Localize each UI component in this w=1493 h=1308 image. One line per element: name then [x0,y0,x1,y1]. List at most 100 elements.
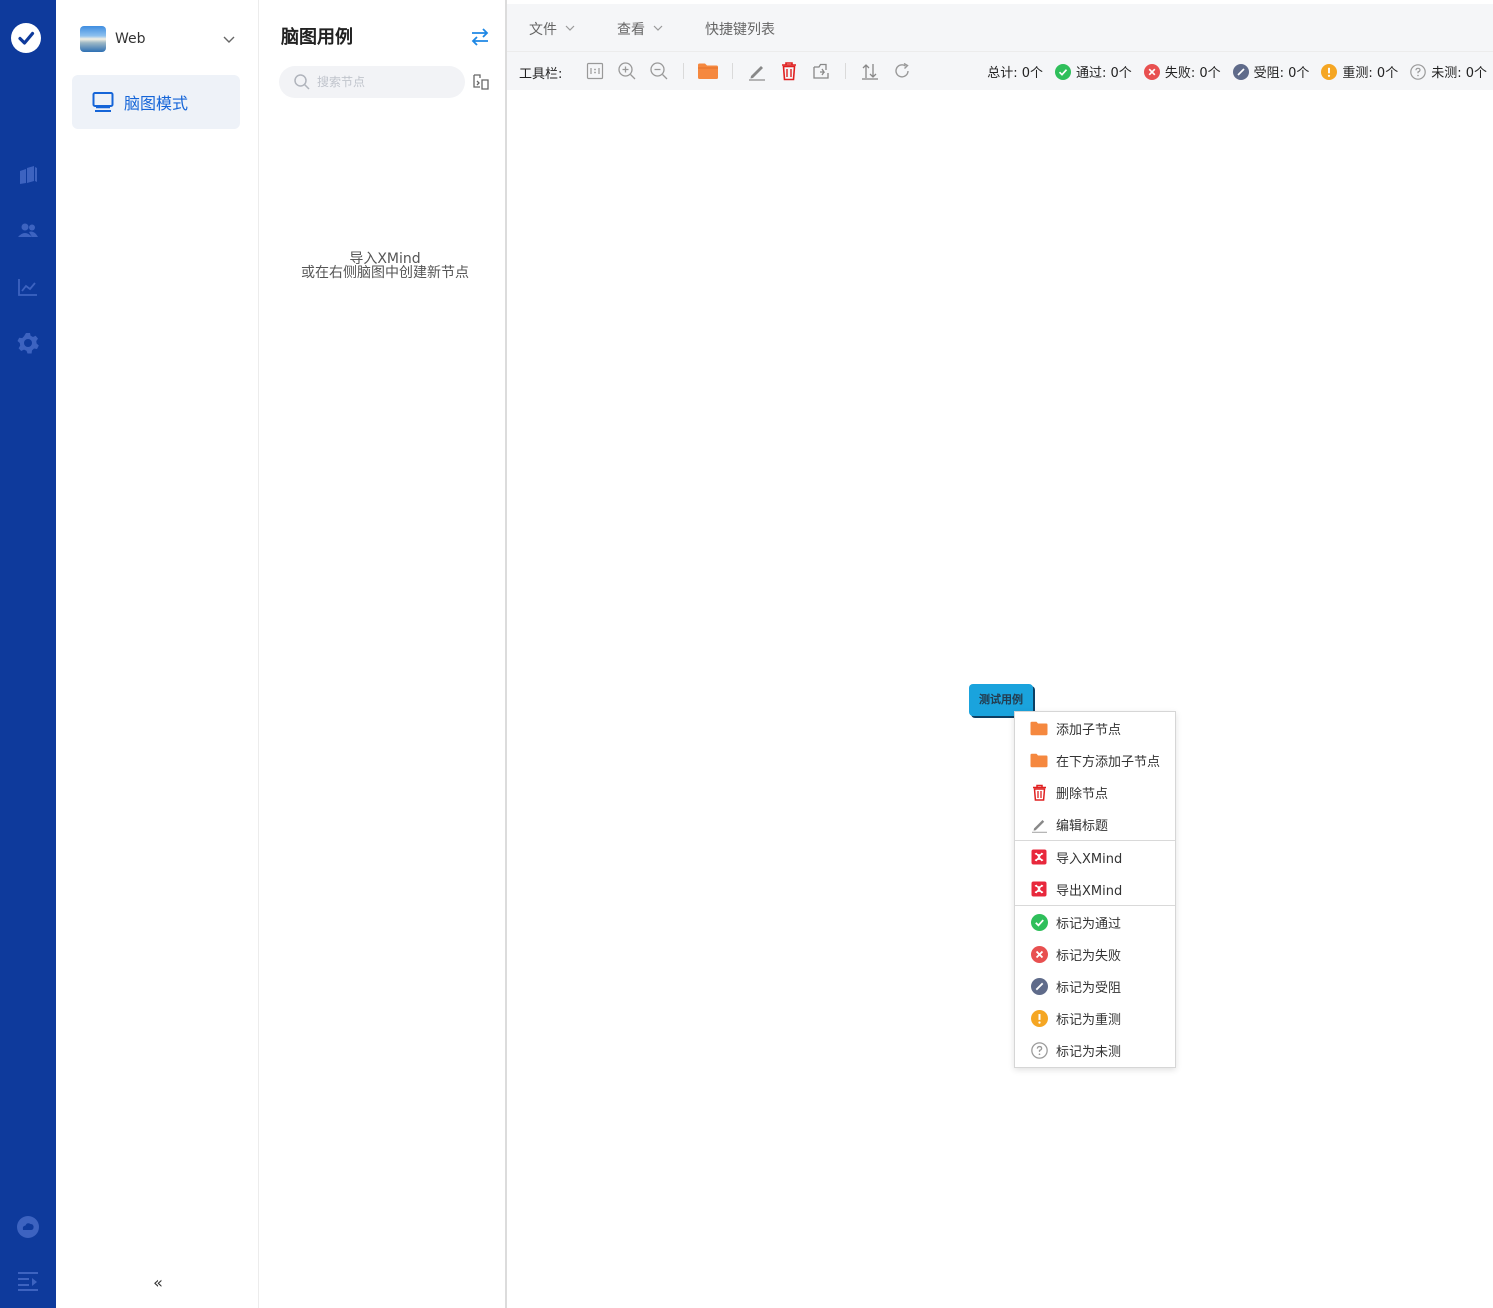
blocked-icon [1030,977,1048,995]
stat-untested: 未测: 0个 [1410,62,1487,81]
menu-item-add-child-below[interactable]: 在下方添加子节点 [1015,745,1175,775]
logo-check-icon[interactable] [11,23,41,53]
toolbar-label: 工具栏: [519,67,563,82]
menu-file-label: 文件 [529,22,557,38]
chart-icon[interactable] [16,275,40,299]
stat-pass-text: 通过: 0个 [1076,66,1132,81]
books-icon[interactable] [16,163,40,187]
xmind-icon [1030,880,1048,898]
xmind-icon [1030,848,1048,866]
stat-fail-text: 失败: 0个 [1164,66,1221,81]
monitor-icon [91,90,115,114]
menu-shortcuts-label: 快捷键列表 [705,22,775,38]
cloud-icon[interactable] [16,1215,40,1239]
empty-hint-line2: 或在右侧脑图中创建新节点 [301,265,469,281]
menu-item-mark-retest[interactable]: 标记为重测 [1015,1003,1175,1033]
stat-blocked-text: 受阻: 0个 [1253,66,1310,81]
menu-item-import-xmind[interactable]: 导入XMind [1015,842,1175,872]
fail-x-icon [1030,945,1048,963]
menu-item-label: 标记为受阻 [1056,980,1122,996]
node-context-menu: 添加子节点 在下方添加子节点 删除节点 编辑标题 导入XMind 导出XMind… [1014,711,1176,1068]
toolbar-divider [683,63,684,79]
mindmap-editor: 文件 查看 快捷键列表 工具栏: 总计: 0个 通过: 0个 失败: 0个 受阻… [507,0,1493,1308]
blocked-icon [1232,63,1249,80]
actual-size-icon[interactable] [584,60,606,82]
menu-item-label: 导出XMind [1056,883,1123,899]
trash-icon[interactable] [778,60,800,82]
menu-item-label: 标记为重测 [1056,1012,1122,1028]
stat-total-text: 总计: 0个 [987,66,1044,81]
tree-locate-icon[interactable] [471,72,491,92]
menubar: 文件 查看 快捷键列表 [507,4,1493,52]
menu-item-mark-untested[interactable]: 标记为未测 [1015,1035,1175,1065]
empty-hint-line1: 导入XMind [349,251,421,267]
gear-icon[interactable] [16,331,40,355]
pass-check-icon [1030,913,1048,931]
menu-item-mark-pass[interactable]: 标记为通过 [1015,907,1175,937]
empty-hint: 导入XMind 或在右侧脑图中创建新节点 [259,252,511,280]
menu-item-mark-fail[interactable]: 标记为失败 [1015,939,1175,969]
chevron-down-icon [222,31,236,50]
menu-item-label: 标记为通过 [1056,916,1122,932]
chevron-down-icon [565,21,575,37]
menu-view[interactable]: 查看 [617,19,663,39]
menu-shortcuts[interactable]: 快捷键列表 [705,19,775,39]
menu-divider [1015,905,1175,906]
panel-title: 脑图用例 [281,27,353,48]
menu-item-add-child[interactable]: 添加子节点 [1015,713,1175,743]
chevron-down-icon [653,21,663,37]
untested-question-icon [1030,1041,1048,1059]
stat-untested-text: 未测: 0个 [1431,66,1487,81]
menu-item-label: 在下方添加子节点 [1056,754,1161,770]
swap-icon[interactable] [469,26,491,48]
untested-question-icon [1410,63,1427,80]
menu-item-label: 添加子节点 [1056,722,1122,738]
menu-item-export-xmind[interactable]: 导出XMind [1015,874,1175,904]
search-input[interactable] [315,74,459,90]
case-panel: 脑图用例 导入XMind 或在右侧脑图中创建新节点 [259,0,507,1308]
project-selector[interactable]: Web [80,26,238,52]
menu-item-label: 导入XMind [1056,851,1123,867]
nav-item-label: 脑图模式 [124,94,189,113]
menu-view-label: 查看 [617,22,645,38]
folder-icon [1030,719,1048,737]
refresh-icon[interactable] [891,60,913,82]
expand-collapse-icon[interactable] [859,60,881,82]
toolbar-divider [845,63,846,79]
stat-pass: 通过: 0个 [1055,62,1132,81]
collapse-sidebar-button[interactable]: « [148,1273,168,1293]
nav-item-mindmap-mode[interactable]: 脑图模式 [72,75,240,129]
fail-x-icon [1143,63,1160,80]
menu-item-delete-node[interactable]: 删除节点 [1015,777,1175,807]
menu-item-edit-title[interactable]: 编辑标题 [1015,809,1175,839]
menu-item-label: 标记为未测 [1056,1044,1122,1060]
move-node-icon[interactable] [810,60,832,82]
trash-icon [1030,783,1048,801]
menu-divider [1015,840,1175,841]
menu-file[interactable]: 文件 [529,19,575,39]
retest-exclamation-icon [1321,63,1338,80]
users-icon[interactable] [16,219,40,243]
left-rail [0,0,56,1308]
project-avatar [80,26,106,52]
edit-pencil-icon[interactable] [746,60,768,82]
zoom-in-icon[interactable] [616,60,638,82]
menu-item-mark-blocked[interactable]: 标记为受阻 [1015,971,1175,1001]
folder-icon[interactable] [697,60,719,82]
pass-check-icon [1055,63,1072,80]
zoom-out-icon[interactable] [648,60,670,82]
search-icon [293,73,311,91]
toolbar: 工具栏: 总计: 0个 通过: 0个 失败: 0个 受阻: 0个 重测: 0个 … [507,52,1493,90]
menu-item-label: 标记为失败 [1056,948,1122,964]
retest-exclamation-icon [1030,1009,1048,1027]
stat-total: 总计: 0个 [987,62,1043,81]
stat-retest: 重测: 0个 [1321,62,1398,81]
edit-pencil-icon [1030,815,1048,833]
project-sidebar: Web 脑图模式 « [56,0,259,1308]
project-name: Web [115,31,146,47]
menu-fold-icon[interactable] [16,1269,40,1293]
test-stats: 总计: 0个 通过: 0个 失败: 0个 受阻: 0个 重测: 0个 未测: 0… [987,62,1487,81]
folder-icon [1030,751,1048,769]
menu-item-label: 删除节点 [1056,786,1109,802]
search-box [279,66,465,98]
